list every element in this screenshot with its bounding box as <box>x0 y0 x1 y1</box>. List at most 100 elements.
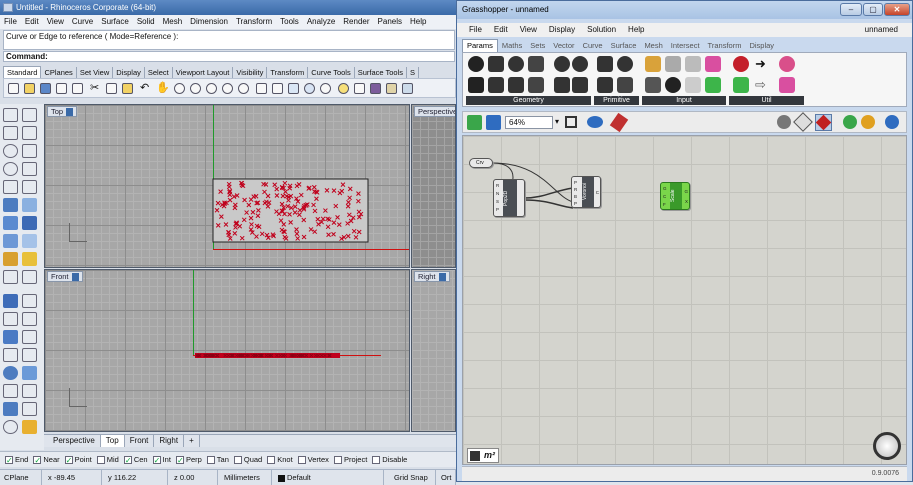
save-icon[interactable] <box>40 83 51 94</box>
canvas-navigator-icon[interactable] <box>873 432 901 460</box>
copy-icon[interactable] <box>106 83 117 94</box>
four-view-icon[interactable] <box>256 83 267 94</box>
param-point-icon[interactable] <box>572 77 588 93</box>
osnap-knot[interactable]: Knot <box>267 452 293 467</box>
port-c-out[interactable]: C <box>596 190 599 195</box>
gh-tab-sets[interactable]: Sets <box>526 40 549 52</box>
checkmark-icon[interactable] <box>22 402 37 416</box>
osnap-quad[interactable]: Quad <box>233 452 262 467</box>
m2-widget[interactable]: m² <box>467 448 499 463</box>
select-icon[interactable] <box>304 83 315 94</box>
input-button-icon[interactable] <box>685 56 701 72</box>
gh-canvas[interactable]: Crv R N S P Pop2D P R B P Voronoi C G C … <box>462 135 907 465</box>
move-icon[interactable] <box>3 270 18 284</box>
input-gradient-icon[interactable] <box>705 56 721 72</box>
free-form-icon[interactable] <box>22 180 37 194</box>
gh-menu-file[interactable]: File <box>463 23 488 37</box>
gh-document-name[interactable]: unnamed <box>859 23 904 37</box>
zoom-selected-icon[interactable] <box>238 83 249 94</box>
viewport-tab-right[interactable]: Right <box>154 435 185 447</box>
tab-curve-tools[interactable]: Curve Tools <box>308 67 355 78</box>
select-arrow-icon[interactable] <box>3 108 18 122</box>
rotate-icon[interactable] <box>3 312 18 326</box>
scale-node[interactable]: G C F Scale G X <box>660 182 690 210</box>
gh-tab-transform[interactable]: Transform <box>704 40 746 52</box>
viewport-top[interactable]: Top <box>44 104 410 268</box>
cplane-tools-icon[interactable] <box>3 420 18 434</box>
extrude-icon[interactable] <box>22 198 37 212</box>
gh-tab-params[interactable]: Params <box>462 39 498 52</box>
curve-icon[interactable] <box>22 126 37 140</box>
gh-menu-solution[interactable]: Solution <box>581 23 622 37</box>
preview-wireframe-icon[interactable] <box>793 112 813 132</box>
zoom-dropdown-icon[interactable]: ▾ <box>555 117 559 126</box>
status-layer[interactable]: Default <box>274 470 384 485</box>
box-icon[interactable] <box>22 216 37 230</box>
grid-icon[interactable] <box>272 83 283 94</box>
zoom-extents-icon[interactable] <box>565 116 577 128</box>
gh-tab-intersect[interactable]: Intersect <box>667 40 704 52</box>
param-boolean-icon[interactable] <box>597 56 613 72</box>
rectangle-icon[interactable] <box>22 162 37 176</box>
port-g[interactable]: G <box>663 186 667 191</box>
menu-curve[interactable]: Curve <box>68 15 97 29</box>
osnap-checkbox[interactable] <box>96 455 105 464</box>
viewport-label-top[interactable]: Top <box>47 106 78 117</box>
new-file-icon[interactable] <box>8 83 19 94</box>
layer-icon[interactable] <box>320 83 331 94</box>
tab-surface-tools[interactable]: Surface Tools <box>355 67 408 78</box>
param-mesh-icon[interactable] <box>528 77 544 93</box>
sketch-pen-icon[interactable] <box>609 112 629 133</box>
mirror-icon[interactable] <box>22 348 37 362</box>
status-ortho[interactable]: Ort <box>437 470 456 485</box>
port-s[interactable]: S <box>496 199 499 204</box>
port-p2[interactable]: P <box>574 201 577 206</box>
tab-standard[interactable]: Standard <box>3 66 42 78</box>
array-icon[interactable] <box>3 348 18 362</box>
status-grid-snap[interactable]: Grid Snap <box>390 470 436 485</box>
viewport-front[interactable]: Front <box>44 269 410 432</box>
param-field-icon[interactable] <box>572 56 588 72</box>
osnap-perp[interactable]: Perp <box>175 452 202 468</box>
zoom-level-field[interactable]: 64% <box>505 116 553 129</box>
maximize-button[interactable]: ▢ <box>863 3 883 16</box>
close-button[interactable]: ✕ <box>884 3 910 16</box>
port-r[interactable]: R <box>496 183 499 188</box>
param-curve-icon[interactable] <box>554 56 570 72</box>
osnap-checkbox[interactable] <box>175 453 184 468</box>
tab-cplanes[interactable]: CPlanes <box>41 67 77 78</box>
osnap-checkbox[interactable] <box>5 453 13 468</box>
command-input[interactable]: Command: <box>3 51 455 62</box>
gh-tab-maths[interactable]: Maths <box>498 40 526 52</box>
preview-eye-icon[interactable] <box>587 116 603 128</box>
analyze-icon[interactable] <box>3 366 18 380</box>
param-geometry-icon[interactable] <box>468 77 484 93</box>
param-text-icon[interactable] <box>617 77 633 93</box>
port-f[interactable]: F <box>663 202 666 207</box>
input-knob-icon[interactable] <box>665 77 681 93</box>
osnap-mid[interactable]: Mid <box>96 452 119 467</box>
tab-viewport-layout[interactable]: Viewport Layout <box>173 67 234 78</box>
osnap-checkbox[interactable] <box>333 455 342 464</box>
gh-tab-vector[interactable]: Vector <box>549 40 578 52</box>
viewport-tab-front[interactable]: Front <box>125 435 155 447</box>
menu-render[interactable]: Render <box>339 15 373 29</box>
osnap-checkbox[interactable] <box>297 455 306 464</box>
menu-view[interactable]: View <box>43 15 68 29</box>
zoom-window-icon[interactable] <box>206 83 217 94</box>
menu-transform[interactable]: Transform <box>232 15 276 29</box>
param-box-icon[interactable] <box>468 56 484 72</box>
arc-icon[interactable] <box>22 144 37 158</box>
osnap-tan[interactable]: Tan <box>206 452 229 467</box>
gh-tab-surface[interactable]: Surface <box>607 40 641 52</box>
menu-file[interactable]: File <box>0 15 21 29</box>
render-tools-icon[interactable] <box>22 420 37 434</box>
osnap-point[interactable]: Point <box>64 452 92 468</box>
open-folder-icon[interactable] <box>24 83 35 94</box>
gh-menu-view[interactable]: View <box>514 23 543 37</box>
gh-menu-help[interactable]: Help <box>622 23 650 37</box>
osnap-project[interactable]: Project <box>333 452 367 467</box>
viewport-label-right[interactable]: Right <box>414 271 450 282</box>
param-circular-arc-icon[interactable] <box>528 56 544 72</box>
port-p[interactable]: P <box>496 207 499 212</box>
